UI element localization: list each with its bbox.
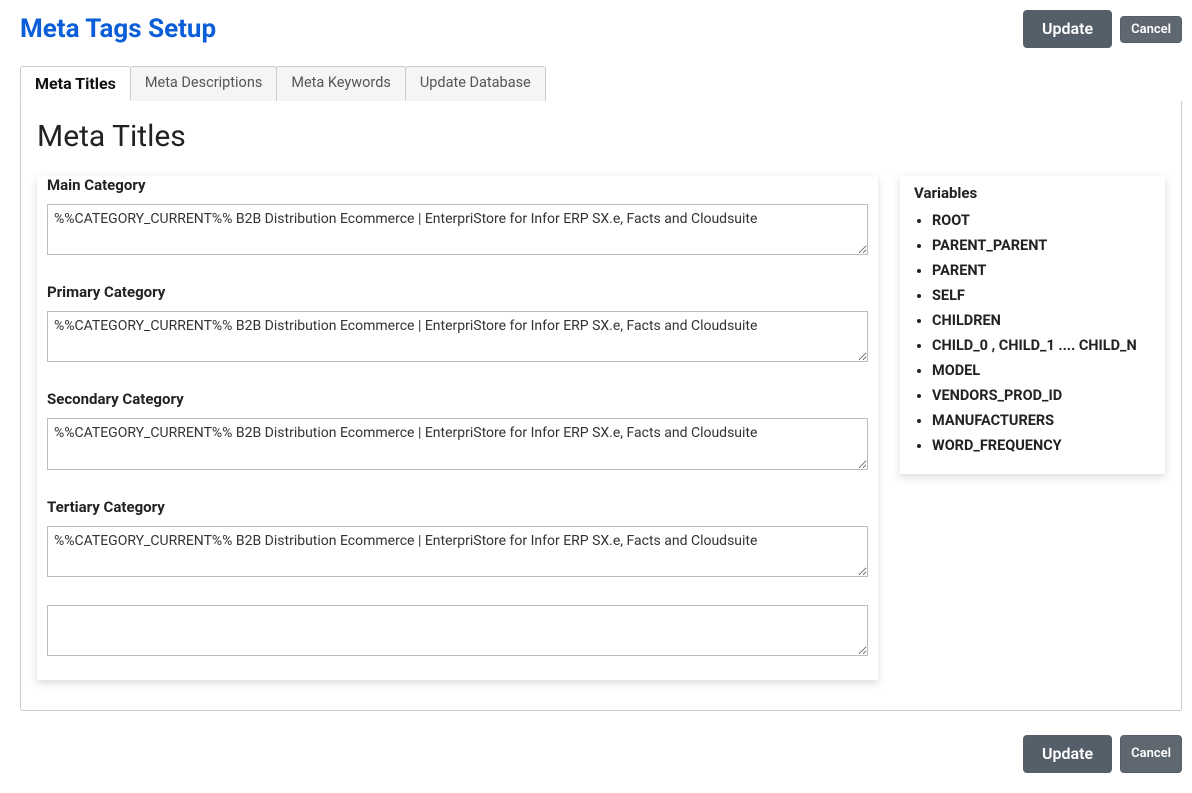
variable-item: CHILD_0 , CHILD_1 .... CHILD_N bbox=[932, 333, 1151, 358]
input-extra[interactable] bbox=[47, 605, 868, 656]
update-button[interactable]: Update bbox=[1023, 10, 1112, 48]
variable-item: PARENT_PARENT bbox=[932, 233, 1151, 258]
tab-meta-keywords[interactable]: Meta Keywords bbox=[276, 66, 406, 101]
variable-item: MODEL bbox=[932, 358, 1151, 383]
cancel-button-footer[interactable]: Cancel bbox=[1120, 735, 1182, 773]
tab-meta-descriptions[interactable]: Meta Descriptions bbox=[130, 66, 277, 101]
input-tertiary-category[interactable] bbox=[47, 526, 868, 577]
tab-panel: Meta Titles Main Category Primary Catego… bbox=[20, 101, 1182, 711]
label-secondary-category: Secondary Category bbox=[47, 390, 868, 408]
label-main-category: Main Category bbox=[47, 176, 868, 194]
variable-item: MANUFACTURERS bbox=[932, 408, 1151, 433]
header-button-group: Update Cancel bbox=[1023, 10, 1182, 48]
variable-item: VENDORS_PROD_ID bbox=[932, 383, 1151, 408]
label-tertiary-category: Tertiary Category bbox=[47, 498, 868, 516]
input-main-category[interactable] bbox=[47, 204, 868, 255]
update-button-footer[interactable]: Update bbox=[1023, 735, 1112, 773]
variable-item: ROOT bbox=[932, 208, 1151, 233]
variable-item: WORD_FREQUENCY bbox=[932, 433, 1151, 458]
tab-update-database[interactable]: Update Database bbox=[405, 66, 546, 101]
variable-item: CHILDREN bbox=[932, 308, 1151, 333]
variable-item: SELF bbox=[932, 283, 1151, 308]
variables-list: ROOT PARENT_PARENT PARENT SELF CHILDREN … bbox=[914, 208, 1151, 458]
label-primary-category: Primary Category bbox=[47, 283, 868, 301]
tab-meta-titles[interactable]: Meta Titles bbox=[20, 66, 131, 101]
variables-card: Variables ROOT PARENT_PARENT PARENT SELF… bbox=[900, 176, 1165, 474]
variables-title: Variables bbox=[914, 184, 1151, 202]
variable-item: PARENT bbox=[932, 258, 1151, 283]
cancel-button[interactable]: Cancel bbox=[1120, 16, 1182, 43]
input-primary-category[interactable] bbox=[47, 311, 868, 362]
section-title: Meta Titles bbox=[37, 119, 1165, 154]
input-secondary-category[interactable] bbox=[47, 418, 868, 469]
page-title: Meta Tags Setup bbox=[20, 14, 216, 44]
footer-button-group: Update Cancel bbox=[20, 735, 1182, 773]
form-area: Main Category Primary Category Secondary… bbox=[37, 176, 878, 680]
tab-bar: Meta Titles Meta Descriptions Meta Keywo… bbox=[20, 66, 1182, 102]
